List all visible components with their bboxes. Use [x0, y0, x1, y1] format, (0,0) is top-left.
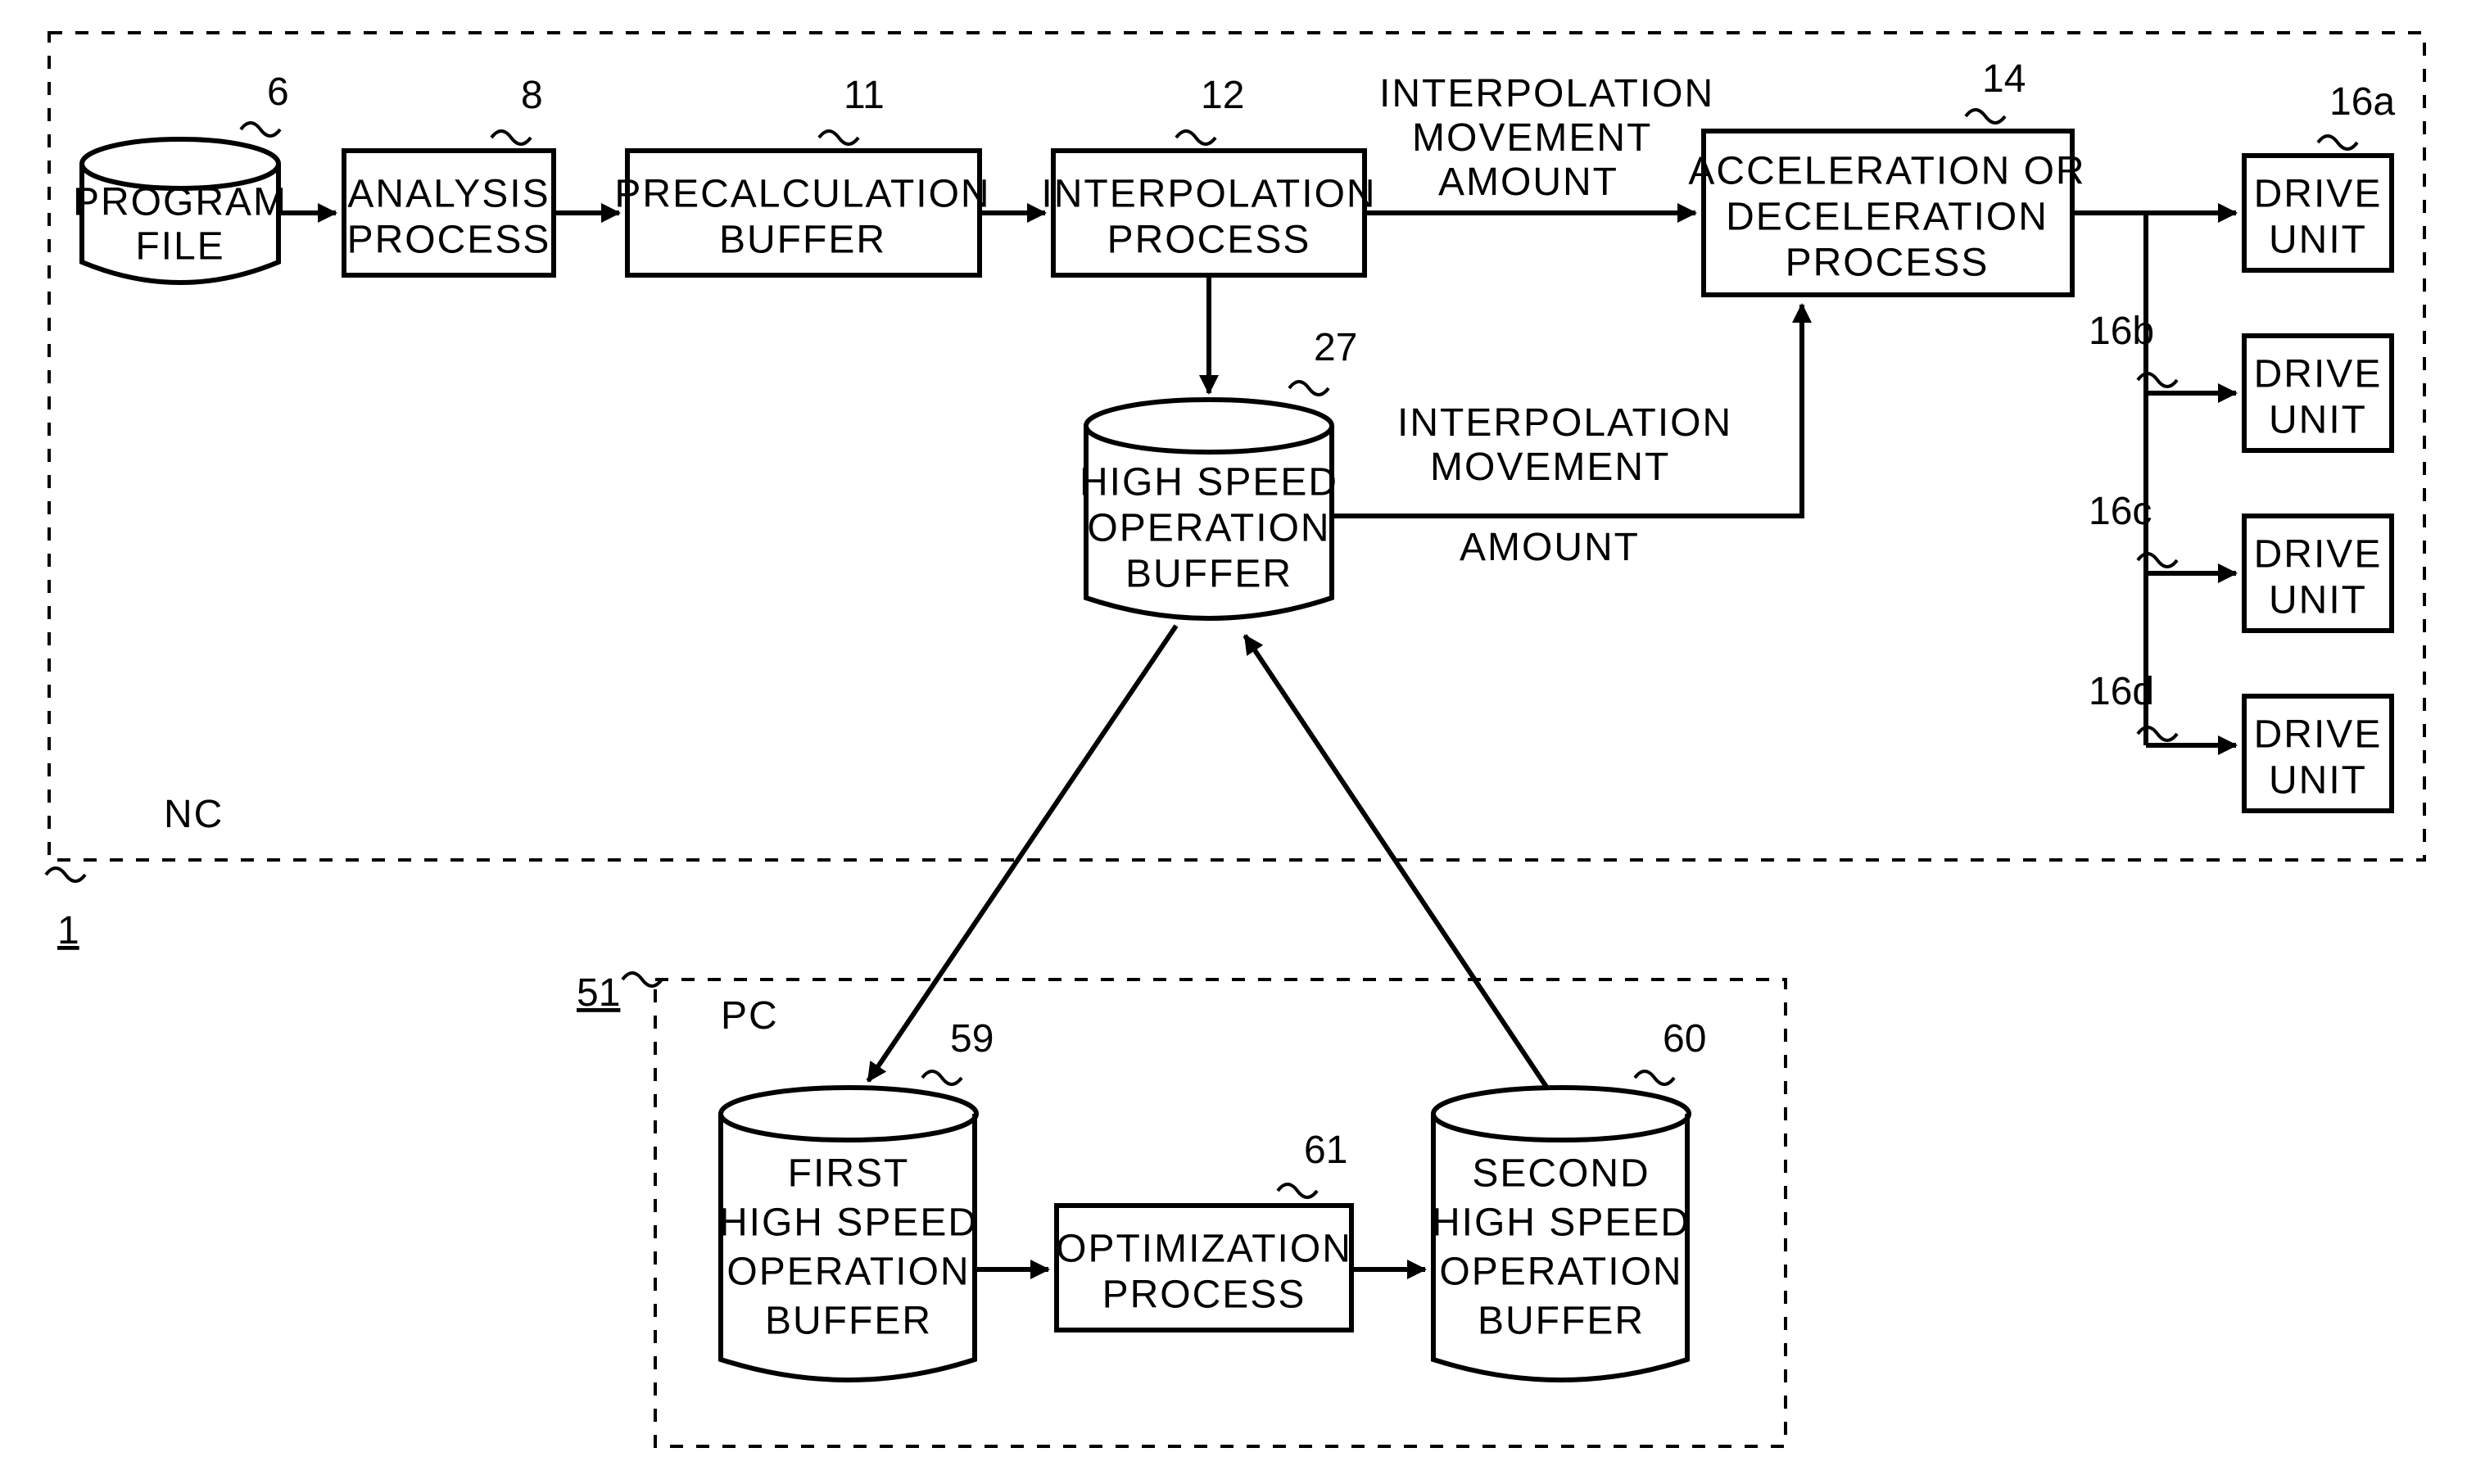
reference-tick — [1176, 131, 1215, 144]
precalc-line1: PRECALCULATION — [614, 173, 990, 216]
accel-ref: 14 — [1982, 57, 2026, 101]
ima-side-line2: MOVEMENT — [1430, 446, 1670, 489]
opt-line2: PROCESS — [1102, 1274, 1306, 1317]
secondbuf-line3: OPERATION — [1439, 1251, 1682, 1294]
interp-line2: PROCESS — [1107, 219, 1311, 262]
hsbuffer-line1: HIGH SPEED — [1080, 461, 1338, 504]
opt-ref: 61 — [1304, 1129, 1347, 1172]
reference-tick — [819, 131, 858, 144]
drive-d-ref: 16d — [2089, 670, 2154, 713]
firstbuf-line1: FIRST — [788, 1152, 910, 1196]
drive-a-line2: UNIT — [2269, 219, 2367, 262]
interp-ref: 12 — [1201, 74, 1244, 117]
interp-line1: INTERPOLATION — [1041, 173, 1376, 216]
firstbuf-line4: BUFFER — [765, 1300, 932, 1343]
reference-tick — [241, 123, 280, 136]
reference-tick — [1289, 382, 1329, 395]
high-speed-operation-buffer-cylinder: HIGH SPEED OPERATION BUFFER 27 — [1080, 326, 1357, 618]
accel-line2: DECELERATION — [1726, 196, 2048, 239]
analysis-line1: ANALYSIS — [347, 173, 550, 216]
precalc-line2: BUFFER — [719, 219, 886, 262]
drive-d-line1: DRIVE — [2254, 713, 2383, 757]
nc-frame-ref: 1 — [57, 909, 79, 952]
analysis-line2: PROCESS — [347, 219, 551, 262]
secondbuf-line4: BUFFER — [1478, 1300, 1645, 1343]
hsbuffer-line2: OPERATION — [1087, 507, 1330, 550]
drive-b-line2: UNIT — [2269, 399, 2367, 442]
program-file-ref: 6 — [267, 70, 289, 114]
secondbuf-line2: HIGH SPEED — [1432, 1201, 1691, 1245]
drive-a-line1: DRIVE — [2254, 173, 2383, 216]
reference-tick — [491, 131, 531, 144]
reference-tick — [1635, 1071, 1674, 1084]
program-file-cylinder: PROGRAM FILE 6 — [73, 70, 289, 283]
reference-tick — [2318, 136, 2357, 149]
reference-tick — [1278, 1184, 1317, 1197]
accel-line3: PROCESS — [1786, 242, 1989, 285]
drive-c-line2: UNIT — [2269, 579, 2367, 622]
pc-frame-label: PC — [721, 994, 779, 1038]
hsbuffer-ref: 27 — [1314, 326, 1357, 369]
firstbuf-ref: 59 — [950, 1017, 994, 1061]
precalc-ref: 11 — [844, 74, 885, 117]
first-high-speed-buffer-cylinder: FIRST HIGH SPEED OPERATION BUFFER 59 — [719, 1017, 994, 1380]
drive-b-line1: DRIVE — [2254, 353, 2383, 396]
program-file-line1: PROGRAM — [73, 181, 287, 224]
reference-tick — [922, 1071, 962, 1084]
ima-top-line2: MOVEMENT — [1412, 116, 1652, 160]
ima-side-line3: AMOUNT — [1460, 526, 1640, 569]
second-high-speed-buffer-cylinder: SECOND HIGH SPEED OPERATION BUFFER 60 — [1432, 1017, 1706, 1380]
accel-line1: ACCELERATION OR — [1688, 150, 2085, 193]
drive-c-ref: 16c — [2089, 490, 2152, 533]
drive-d-line2: UNIT — [2269, 759, 2367, 803]
reference-tick — [1966, 110, 2005, 123]
program-file-line2: FILE — [135, 225, 224, 269]
arrow-secondbuf-to-hsbuffer — [1245, 636, 1548, 1089]
drive-a-ref: 16a — [2329, 80, 2395, 124]
secondbuf-line1: SECOND — [1472, 1152, 1650, 1196]
pc-frame-ref: 51 — [577, 971, 620, 1015]
ima-side-line1: INTERPOLATION — [1397, 401, 1732, 445]
hsbuffer-line3: BUFFER — [1125, 553, 1292, 596]
secondbuf-ref: 60 — [1663, 1017, 1706, 1061]
arrow-hsbuffer-to-firstbuf — [868, 626, 1176, 1081]
analysis-ref: 8 — [521, 74, 543, 117]
ima-top-line1: INTERPOLATION — [1379, 72, 1714, 115]
firstbuf-line3: OPERATION — [727, 1251, 970, 1294]
ima-top-line3: AMOUNT — [1438, 161, 1618, 204]
firstbuf-line2: HIGH SPEED — [719, 1201, 978, 1245]
nc-frame-label: NC — [164, 793, 224, 836]
drive-b-ref: 16b — [2089, 310, 2154, 353]
reference-tick — [46, 868, 85, 881]
opt-line1: OPTIMIZATION — [1056, 1228, 1352, 1271]
drive-c-line1: DRIVE — [2254, 533, 2383, 577]
